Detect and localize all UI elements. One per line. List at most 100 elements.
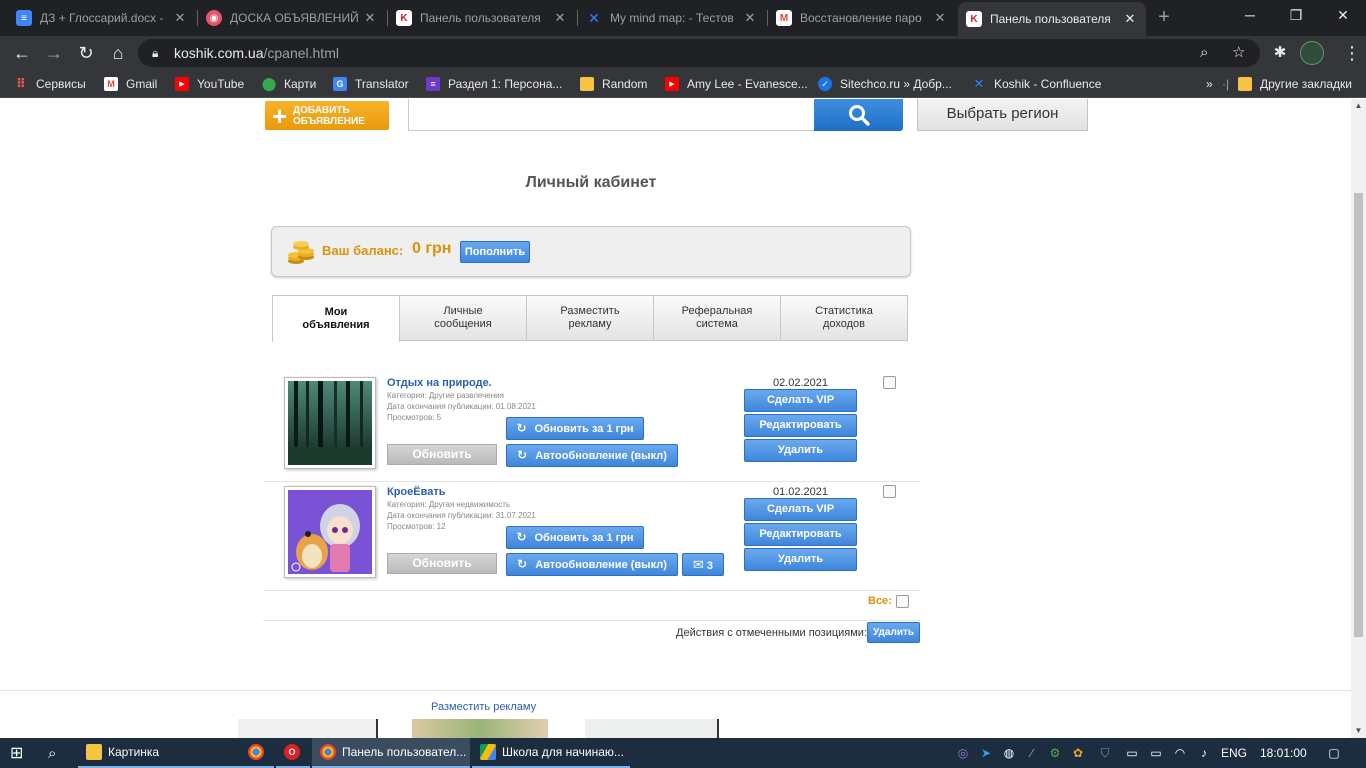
new-tab-button[interactable]: + [1152, 6, 1176, 30]
close-icon[interactable]: ✕ [362, 10, 378, 26]
viber-icon[interactable]: ◎ [955, 745, 971, 761]
scroll-down-icon[interactable]: ▼ [1351, 724, 1366, 738]
menu-icon[interactable]: ⋮ [1338, 39, 1366, 67]
close-icon[interactable]: ✕ [172, 10, 188, 26]
autorefresh-button[interactable]: ↻ Автообновление (выкл) [506, 553, 678, 576]
browser-tab[interactable]: M Восстановление паро ✕ [768, 4, 956, 32]
bulk-delete-button[interactable]: Удалить [867, 622, 920, 643]
restore-icon[interactable]: ❐ [1273, 0, 1319, 30]
bookmark-item[interactable]: ≡ Раздел 1: Персона... [426, 75, 562, 93]
extensions-icon[interactable]: ✱ [1266, 39, 1294, 67]
window-icon[interactable]: ▭ [1124, 745, 1140, 761]
tray-app-icon[interactable]: ✿ [1070, 745, 1086, 761]
taskbar-app[interactable] [240, 738, 274, 768]
search-input[interactable] [408, 99, 815, 131]
bookmark-item[interactable]: ▶ Amy Lee - Evanesce... [665, 75, 808, 93]
tab-my-ads[interactable]: Мои объявления [272, 295, 400, 342]
clock[interactable]: 18:01:00 [1252, 738, 1312, 768]
shield-icon[interactable]: ⛉ [1097, 745, 1113, 761]
bookmark-item[interactable]: G Translator [333, 75, 409, 93]
taskbar-app[interactable]: O [276, 738, 310, 768]
bookmark-item[interactable]: ▶ YouTube [175, 75, 244, 93]
address-bar[interactable]: 🔒︎ koshik.com.ua/cpanel.html ⌕ ☆ [138, 39, 1260, 67]
browser-tab[interactable]: ≡ ДЗ + Глоссарий.docx - ✕ [8, 4, 196, 32]
forward-icon[interactable]: → [40, 39, 68, 67]
browser-tab[interactable]: K Панель пользователя ✕ [388, 4, 576, 32]
tab-income-stats[interactable]: Статистика доходов [780, 295, 908, 341]
tab-messages[interactable]: Личные сообщения [399, 295, 527, 341]
autorefresh-button[interactable]: ↻ Автообновление (выкл) [506, 444, 678, 467]
ad-thumbnail[interactable] [284, 486, 376, 578]
promo-thumbnail[interactable] [238, 719, 378, 738]
refresh-button[interactable]: Обновить [387, 553, 497, 574]
browser-tab-active[interactable]: K Панель пользователя ✕ [958, 2, 1146, 36]
close-icon[interactable]: ✕ [552, 10, 568, 26]
volume-icon[interactable]: ♪ [1196, 745, 1212, 761]
make-vip-button[interactable]: Сделать VIP [744, 498, 857, 521]
search-button[interactable] [814, 99, 903, 131]
delete-button[interactable]: Удалить [744, 439, 857, 462]
zoom-icon[interactable]: ⌕ [1200, 39, 1208, 67]
back-icon[interactable]: ← [8, 39, 36, 67]
bookmark-item[interactable]: Random [580, 75, 647, 93]
ad-title[interactable]: Отдых на природе. [387, 377, 492, 389]
topup-button[interactable]: Пополнить [460, 241, 530, 263]
taskbar-app-active[interactable]: Панель пользовател... [312, 738, 470, 768]
scrollbar-thumb[interactable] [1354, 193, 1363, 637]
close-window-icon[interactable]: ✕ [1320, 0, 1366, 30]
home-icon[interactable]: ⌂ [104, 39, 132, 67]
more-bookmarks-icon[interactable]: » [1206, 75, 1213, 93]
browser-tab[interactable]: ◉ ДОСКА ОБЪЯВЛЕНИЙ ✕ [198, 4, 386, 32]
browser-tab[interactable]: ✕ My mind map: - Тестов ✕ [578, 4, 766, 32]
add-ad-button[interactable]: + Добавить объявление [265, 101, 389, 130]
bookmark-item[interactable]: ✓ Sitechco.ru » Добр... [818, 75, 952, 93]
place-ad-link[interactable]: Разместить рекламу [431, 701, 536, 713]
taskbar-app[interactable]: Школа для начинаю... [472, 738, 630, 768]
edit-button[interactable]: Редактировать [744, 523, 857, 546]
messages-button[interactable]: ✉ 3 [682, 553, 724, 576]
sync-icon[interactable]: ⚙ [1047, 745, 1063, 761]
notifications-icon[interactable]: ▢ [1326, 745, 1342, 761]
search-icon[interactable]: ⌕ [40, 738, 72, 768]
telegram-icon[interactable]: ➤ [978, 745, 994, 761]
bookmark-item[interactable]: M Gmail [104, 75, 157, 93]
refresh-button[interactable]: Обновить [387, 444, 497, 465]
windows-start-icon[interactable]: ⊞ [0, 738, 40, 768]
minimize-icon[interactable]: ─ [1227, 0, 1273, 30]
ad-checkbox[interactable] [883, 485, 896, 498]
taskbar-app[interactable]: Картинка [78, 738, 240, 768]
star-icon[interactable]: ☆ [1232, 39, 1245, 67]
promo-thumbnail[interactable] [412, 719, 548, 738]
avatar[interactable] [1300, 41, 1324, 65]
ad-checkbox[interactable] [883, 376, 896, 389]
scroll-up-icon[interactable]: ▲ [1351, 99, 1366, 113]
ad-title[interactable]: КроеЁвать [387, 486, 446, 498]
paid-refresh-button[interactable]: ↻ Обновить за 1 грн [506, 417, 644, 440]
tab-referral[interactable]: Реферальная система [653, 295, 781, 341]
bookmark-item[interactable]: ✕ Koshik - Confluence [972, 75, 1102, 93]
page-scrollbar[interactable]: ▲ ▼ [1351, 99, 1366, 738]
battery-icon[interactable]: ▭ [1148, 745, 1164, 761]
separator-icon: ·| [1222, 77, 1230, 91]
close-icon[interactable]: ✕ [932, 10, 948, 26]
promo-thumbnail[interactable] [585, 719, 719, 738]
close-icon[interactable]: ✕ [1122, 11, 1138, 27]
make-vip-button[interactable]: Сделать VIP [744, 389, 857, 412]
bookmark-item[interactable]: ⬤ Карти [262, 75, 317, 93]
paid-refresh-button[interactable]: ↻ Обновить за 1 грн [506, 526, 644, 549]
pen-icon[interactable]: ∕ [1024, 745, 1040, 761]
select-region-button[interactable]: Выбрать регион [917, 99, 1088, 131]
reload-icon[interactable]: ↻ [72, 39, 100, 67]
bookmark-item[interactable]: ⠿ Сервисы [14, 75, 86, 93]
select-all-checkbox[interactable] [896, 595, 909, 608]
delete-button[interactable]: Удалить [744, 548, 857, 571]
tray-app-icon[interactable]: ◍ [1001, 745, 1017, 761]
language-indicator[interactable]: ENG [1213, 738, 1253, 768]
wifi-icon[interactable]: ◠ [1172, 745, 1188, 761]
edit-button[interactable]: Редактировать [744, 414, 857, 437]
tab-advertise[interactable]: Разместить рекламу [526, 295, 654, 341]
other-bookmarks[interactable]: Другие закладки [1238, 75, 1352, 93]
close-icon[interactable]: ✕ [742, 10, 758, 26]
bookmark-label: Сервисы [36, 77, 86, 91]
ad-thumbnail[interactable] [284, 377, 376, 469]
